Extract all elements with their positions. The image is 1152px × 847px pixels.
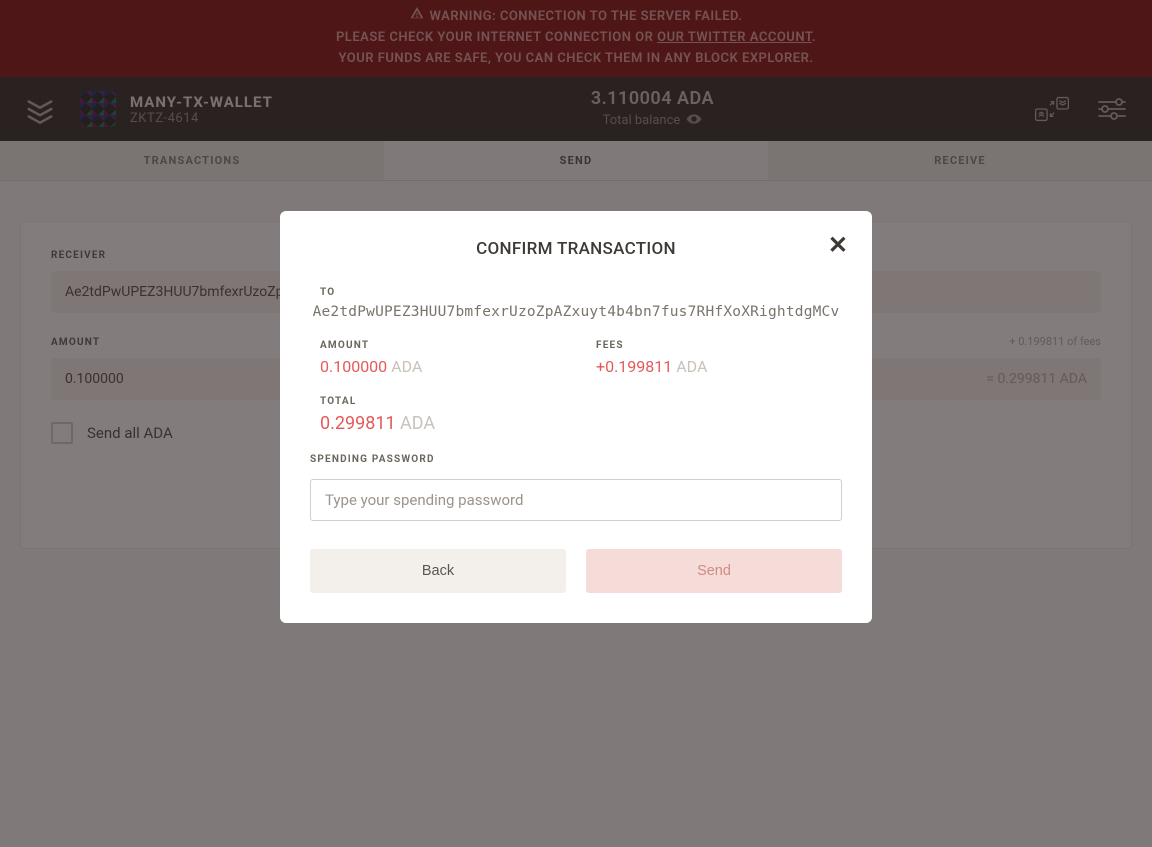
modal-overlay: CONFIRM TRANSACTION ✕ TO Ae2tdPwUPEZ3HUU…	[0, 0, 1152, 847]
modal-title: CONFIRM TRANSACTION	[310, 239, 842, 259]
send-button[interactable]: Send	[586, 549, 842, 593]
spending-password-input[interactable]	[310, 479, 842, 521]
amount-value: 0.100000 ADA	[310, 357, 566, 376]
confirm-transaction-modal: CONFIRM TRANSACTION ✕ TO Ae2tdPwUPEZ3HUU…	[280, 211, 872, 623]
total-value: 0.299811 ADA	[310, 413, 842, 434]
back-button[interactable]: Back	[310, 549, 566, 593]
password-label: SPENDING PASSWORD	[310, 454, 842, 465]
total-label-m: TOTAL	[310, 396, 842, 407]
to-address: Ae2tdPwUPEZ3HUU7bmfexrUzoZpAZxuyt4b4bn7f…	[310, 304, 842, 320]
to-label: TO	[310, 287, 842, 298]
amount-label-m: AMOUNT	[310, 340, 566, 351]
close-icon[interactable]: ✕	[828, 233, 848, 257]
fees-value: +0.199811 ADA	[586, 357, 842, 376]
fees-label-m: FEES	[586, 340, 842, 351]
